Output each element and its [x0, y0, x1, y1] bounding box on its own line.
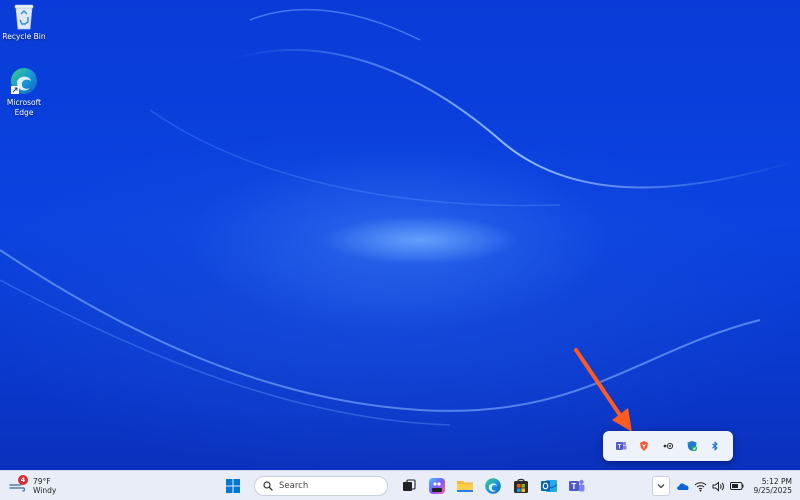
teams-icon[interactable]: T: [614, 440, 627, 453]
search-placeholder: Search: [279, 481, 309, 491]
recycle-bin-icon: [12, 2, 36, 30]
svg-text:T: T: [572, 482, 577, 491]
chevron-up-icon: [657, 484, 664, 489]
taskbar: 4 79°F Windy Search T 5:12 PM 9/25/2025: [0, 470, 800, 500]
weather-widget[interactable]: 4 79°F Windy: [8, 474, 56, 498]
desktop-icon-microsoft-edge[interactable]: Microsoft Edge: [0, 66, 52, 118]
teams-taskbar-button[interactable]: T: [566, 475, 588, 497]
windows-logo-icon: [226, 479, 240, 493]
taskbar-center: Search T: [222, 474, 588, 498]
weather-temperature: 79°F: [33, 477, 51, 486]
onedrive-icon[interactable]: [676, 479, 690, 493]
bluetooth-icon[interactable]: [709, 440, 722, 453]
file-explorer-button[interactable]: [454, 475, 476, 497]
clock-time: 5:12 PM: [761, 476, 792, 486]
defender-icon[interactable]: [685, 440, 698, 453]
task-view-icon: [403, 479, 416, 491]
taskbar-search-box[interactable]: Search: [254, 476, 388, 496]
microsoft-store-icon: [514, 478, 528, 493]
system-tray: 5:12 PM 9/25/2025: [651, 474, 794, 498]
weather-condition: Windy: [33, 486, 57, 495]
meet-now-icon[interactable]: [661, 440, 674, 453]
svg-text:T: T: [617, 445, 621, 451]
desktop-icon-label: Recycle Bin: [2, 32, 46, 41]
outlook-button[interactable]: [538, 475, 560, 497]
notification-badge: 4: [18, 475, 28, 485]
copilot-button[interactable]: [426, 475, 448, 497]
desktop: Recycle Bin Microsoft Edge T 4 79°F Wind…: [0, 0, 800, 500]
clock-date: 9/25/2025: [753, 486, 792, 495]
brave-icon[interactable]: [638, 440, 651, 453]
edge-taskbar-button[interactable]: [482, 475, 504, 497]
task-view-button[interactable]: [398, 475, 420, 497]
desktop-icon-recycle-bin[interactable]: Recycle Bin: [0, 2, 52, 42]
battery-icon[interactable]: [729, 479, 744, 493]
edge-icon: [9, 66, 39, 96]
taskbar-clock[interactable]: 5:12 PM 9/25/2025: [754, 477, 792, 496]
microsoft-store-button[interactable]: [510, 475, 532, 497]
wifi-icon[interactable]: [694, 479, 708, 493]
copilot-icon: [429, 478, 445, 494]
outlook-icon: [541, 480, 558, 492]
annotation-arrow: [574, 348, 632, 432]
wallpaper: [0, 8, 800, 426]
file-explorer-icon: [457, 481, 473, 492]
show-hidden-icons-button[interactable]: [651, 476, 670, 496]
teams-icon: T: [569, 479, 585, 492]
desktop-icon-label: Microsoft: [6, 98, 42, 107]
system-tray-overflow-popup: T: [603, 431, 733, 461]
start-button[interactable]: [222, 475, 244, 497]
edge-icon: [485, 478, 501, 494]
volume-icon[interactable]: [712, 479, 726, 493]
wind-icon: 4: [8, 475, 28, 495]
desktop-icon-label: Edge: [14, 108, 34, 117]
search-icon: [263, 481, 273, 491]
